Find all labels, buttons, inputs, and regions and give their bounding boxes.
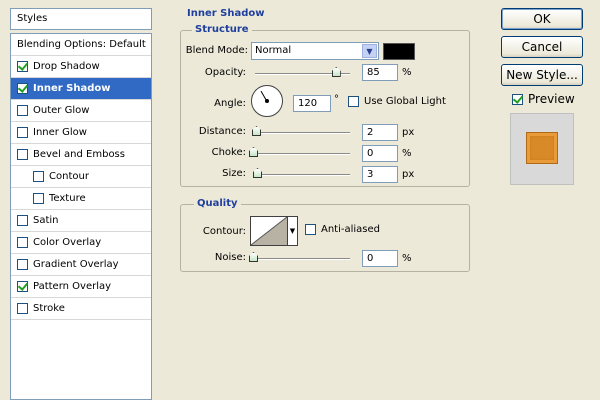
angle-dial-center [265, 99, 269, 103]
opacity-label: Opacity: [204, 67, 246, 78]
style-item-label: Texture [49, 192, 86, 204]
chevron-down-icon[interactable]: ▼ [362, 44, 377, 58]
style-item[interactable]: Bevel and Emboss [11, 144, 151, 166]
style-item-checkbox[interactable] [17, 149, 28, 160]
style-item-checkbox[interactable] [17, 83, 28, 94]
preview-checkbox[interactable] [512, 93, 523, 105]
quality-title: Quality [194, 198, 241, 209]
size-slider-track[interactable] [255, 174, 350, 176]
style-item-label: Inner Shadow [33, 82, 111, 94]
preview-label: Preview [528, 92, 575, 106]
structure-title: Structure [192, 24, 252, 35]
distance-input[interactable]: 2 [362, 124, 398, 141]
angle-unit: ° [334, 94, 339, 105]
style-item-label: Contour [49, 170, 89, 182]
style-item-checkbox[interactable] [17, 61, 28, 72]
style-item-checkbox[interactable] [17, 215, 28, 226]
new-style-button[interactable]: New Style... [501, 64, 583, 86]
preview-swatch [526, 132, 558, 164]
opacity-input[interactable]: 85 [362, 64, 398, 81]
opacity-unit: % [402, 67, 412, 78]
style-item[interactable]: Contour [11, 166, 151, 188]
style-item-label: Inner Glow [33, 126, 87, 138]
inner-shadow-title: Inner Shadow [184, 8, 268, 19]
style-item[interactable]: Drop Shadow [11, 56, 151, 78]
noise-unit: % [402, 253, 412, 264]
angle-label: Angle: [214, 98, 246, 109]
anti-aliased-label: Anti-aliased [321, 224, 381, 235]
style-item-label: Pattern Overlay [33, 280, 112, 292]
style-item[interactable]: Outer Glow [11, 100, 151, 122]
angle-dial[interactable] [251, 85, 283, 117]
preview-area [510, 113, 574, 185]
style-item-checkbox[interactable] [17, 281, 28, 292]
size-input[interactable]: 3 [362, 166, 398, 183]
choke-slider-track[interactable] [252, 153, 350, 155]
anti-aliased-option[interactable]: Anti-aliased [305, 224, 380, 235]
shadow-color-swatch[interactable] [383, 43, 415, 60]
style-item[interactable]: Inner Shadow [11, 78, 151, 100]
style-item[interactable]: Stroke [11, 298, 151, 320]
ok-button[interactable]: OK [501, 8, 583, 30]
choke-input[interactable]: 0 [362, 145, 398, 162]
style-item[interactable]: Inner Glow [11, 122, 151, 144]
style-item-label: Blending Options: Default [17, 38, 146, 50]
style-item[interactable]: Color Overlay [11, 232, 151, 254]
contour-dropdown-button[interactable]: ▼ [288, 216, 298, 246]
style-item-label: Outer Glow [33, 104, 90, 116]
preview-option[interactable]: Preview [512, 92, 575, 106]
style-item-label: Satin [33, 214, 59, 226]
style-item[interactable]: Blending Options: Default [11, 34, 151, 56]
style-item[interactable]: Texture [11, 188, 151, 210]
style-item-checkbox[interactable] [17, 303, 28, 314]
distance-label: Distance: [198, 126, 246, 137]
noise-label: Noise: [214, 252, 246, 263]
blend-mode-label: Blend Mode: [185, 45, 248, 56]
style-item-checkbox[interactable] [17, 259, 28, 270]
style-item-checkbox[interactable] [17, 127, 28, 138]
style-item-label: Gradient Overlay [33, 258, 119, 270]
choke-label: Choke: [211, 147, 246, 158]
use-global-light-option[interactable]: Use Global Light [348, 96, 446, 107]
style-item[interactable]: Pattern Overlay [11, 276, 151, 298]
cancel-button[interactable]: Cancel [501, 36, 583, 58]
contour-label: Contour: [202, 226, 246, 237]
size-unit: px [402, 169, 415, 180]
distance-unit: px [402, 127, 415, 138]
style-item-checkbox[interactable] [33, 193, 44, 204]
style-item-checkbox[interactable] [33, 171, 44, 182]
size-label: Size: [222, 168, 246, 179]
styles-header-label: Styles [17, 13, 48, 24]
anti-aliased-checkbox[interactable] [305, 224, 316, 235]
noise-slider-track[interactable] [252, 258, 350, 260]
choke-unit: % [402, 148, 412, 159]
style-item-checkbox[interactable] [17, 237, 28, 248]
distance-slider-track[interactable] [255, 132, 350, 134]
style-item-checkbox[interactable] [17, 105, 28, 116]
contour-picker[interactable] [250, 216, 288, 246]
style-item-label: Color Overlay [33, 236, 102, 248]
style-item[interactable]: Satin [11, 210, 151, 232]
contour-curve-icon [250, 216, 288, 246]
use-global-light-checkbox[interactable] [348, 96, 359, 107]
style-item-label: Bevel and Emboss [33, 148, 125, 160]
style-item-label: Stroke [33, 302, 65, 314]
styles-list: Blending Options: Default Drop Shadow Inne… [10, 33, 152, 400]
style-item[interactable]: Gradient Overlay [11, 254, 151, 276]
styles-header[interactable]: Styles [10, 8, 152, 30]
blend-mode-value: Normal [255, 45, 292, 56]
caret-down-icon: ▼ [289, 227, 296, 235]
noise-input[interactable]: 0 [362, 250, 398, 267]
angle-input[interactable]: 120 [293, 95, 331, 112]
blend-mode-select[interactable]: Normal ▼ [251, 42, 379, 60]
use-global-light-label: Use Global Light [364, 96, 446, 107]
style-item-label: Drop Shadow [33, 60, 100, 72]
